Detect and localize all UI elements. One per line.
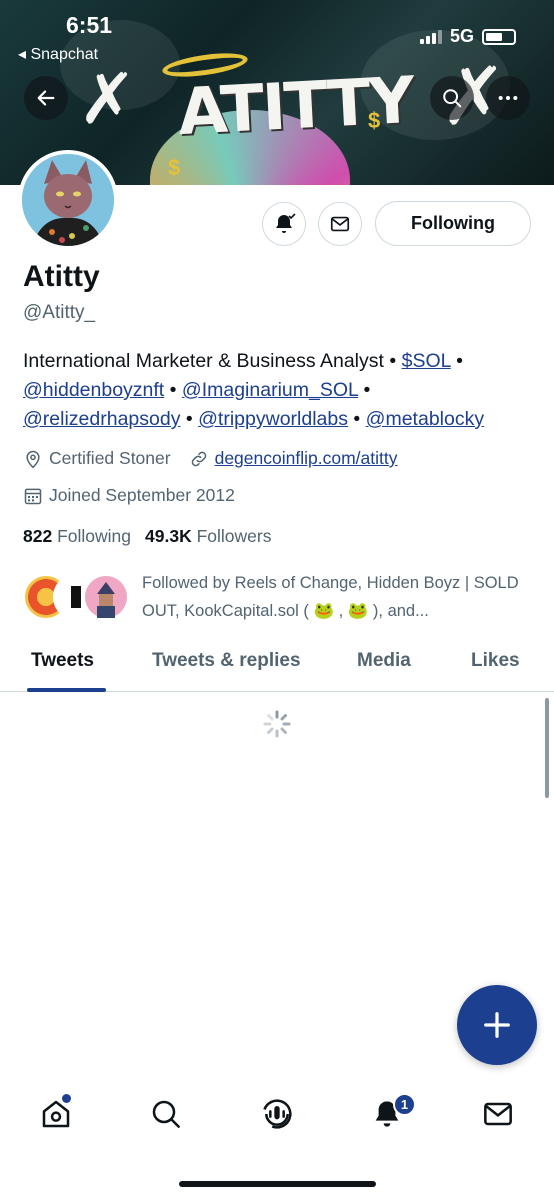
scrollbar[interactable] — [545, 698, 549, 798]
profile-location: Certified Stoner — [49, 448, 171, 468]
notifications-toggle-button[interactable] — [262, 202, 306, 246]
home-unread-dot — [62, 1094, 71, 1103]
followers-count: 49.3K — [145, 526, 192, 546]
bio-link-relizedrhapsody[interactable]: @relizedrhapsody — [23, 408, 180, 430]
status-time: 6:51 — [66, 12, 113, 38]
cat-avatar-art — [22, 154, 114, 246]
profile-joined-row: Joined September 2012 — [23, 485, 235, 506]
compose-tweet-button[interactable] — [457, 985, 537, 1065]
profile-handle: @Atitty_ — [23, 302, 96, 323]
nav-spaces[interactable] — [257, 1094, 297, 1134]
envelope-icon — [484, 1102, 512, 1126]
plus-icon — [484, 1012, 510, 1038]
message-button[interactable] — [318, 202, 362, 246]
bio-link-imaginarium[interactable]: @Imaginarium_SOL — [182, 379, 358, 401]
bio-link-metablocky[interactable]: @metablocky — [366, 408, 484, 430]
bottom-navigation — [0, 1082, 554, 1152]
location-pin-icon — [23, 449, 43, 469]
status-indicators: 5G — [419, 26, 516, 47]
envelope-icon — [330, 216, 350, 232]
microphone-spaces-icon — [262, 1099, 292, 1129]
profile-meta-row: Certified Stoner degencoinflip.com/atitt… — [23, 448, 397, 469]
home-indicator[interactable] — [179, 1181, 376, 1187]
following-label: Following — [57, 526, 132, 546]
more-horizontal-icon — [498, 95, 518, 101]
banner-dollar-sign: $ — [368, 108, 381, 133]
bio-separator: • — [180, 408, 199, 430]
more-options-button[interactable] — [486, 76, 530, 120]
profile-name: Atitty — [23, 260, 100, 293]
search-icon — [152, 1100, 180, 1128]
tab-tweets-replies[interactable]: Tweets & replies — [152, 650, 301, 672]
follow-counts: 822 Following 49.3K Followers — [23, 526, 271, 547]
tab-tweets[interactable]: Tweets — [31, 650, 94, 672]
followed-by-avatars[interactable] — [23, 574, 133, 624]
signal-icon — [419, 29, 442, 44]
following-count: 822 — [23, 526, 53, 546]
banner-dollar-sign: $ — [168, 155, 181, 180]
bio-link-sol[interactable]: $SOL — [402, 350, 451, 372]
search-button[interactable] — [430, 76, 474, 120]
followers-label: Followers — [196, 526, 272, 546]
profile-bio: International Marketer & Business Analys… — [23, 347, 533, 434]
link-icon — [189, 449, 209, 469]
banner-x-mark: ✗ — [78, 58, 137, 140]
calendar-icon — [23, 486, 43, 506]
profile-joined-date: Joined September 2012 — [49, 485, 235, 505]
banner-art-text: ATITTY — [176, 63, 415, 151]
active-tab-indicator — [27, 688, 106, 692]
profile-avatar[interactable] — [18, 150, 118, 250]
notifications-badge: 1 — [393, 1093, 416, 1116]
loading-spinner-icon — [263, 710, 291, 738]
tab-likes[interactable]: Likes — [471, 650, 520, 672]
tab-media[interactable]: Media — [357, 650, 411, 672]
bio-link-trippyworldlabs[interactable]: @trippyworldlabs — [198, 408, 348, 430]
back-to-app-link[interactable]: ◂ Snapchat — [18, 44, 98, 64]
nav-messages[interactable] — [478, 1094, 518, 1134]
followed-by-text[interactable]: Followed by Reels of Change, Hidden Boyz… — [142, 569, 537, 625]
battery-icon — [482, 28, 516, 45]
arrow-left-icon — [37, 90, 55, 106]
bio-link-hiddenboyznft[interactable]: @hiddenboyznft — [23, 379, 164, 401]
followers-count-link[interactable]: 49.3K Followers — [145, 526, 271, 547]
following-button[interactable]: Following — [375, 201, 531, 246]
following-count-link[interactable]: 822 Following — [23, 526, 131, 547]
follower-avatar — [83, 574, 129, 620]
bio-separator: • — [348, 408, 366, 430]
search-icon — [443, 89, 462, 108]
bio-separator: • — [358, 379, 371, 401]
bell-check-icon — [276, 213, 296, 233]
bio-separator: • — [450, 350, 463, 372]
back-button[interactable] — [24, 76, 68, 120]
nav-search[interactable] — [146, 1094, 186, 1134]
profile-website-link[interactable]: degencoinflip.com/atitty — [215, 448, 398, 469]
network-type: 5G — [449, 26, 474, 46]
profile-tabs: Tweets Tweets & replies Media Likes — [0, 640, 554, 692]
bio-separator: • — [164, 379, 182, 401]
bio-text: International Marketer & Business Analys… — [23, 350, 402, 372]
